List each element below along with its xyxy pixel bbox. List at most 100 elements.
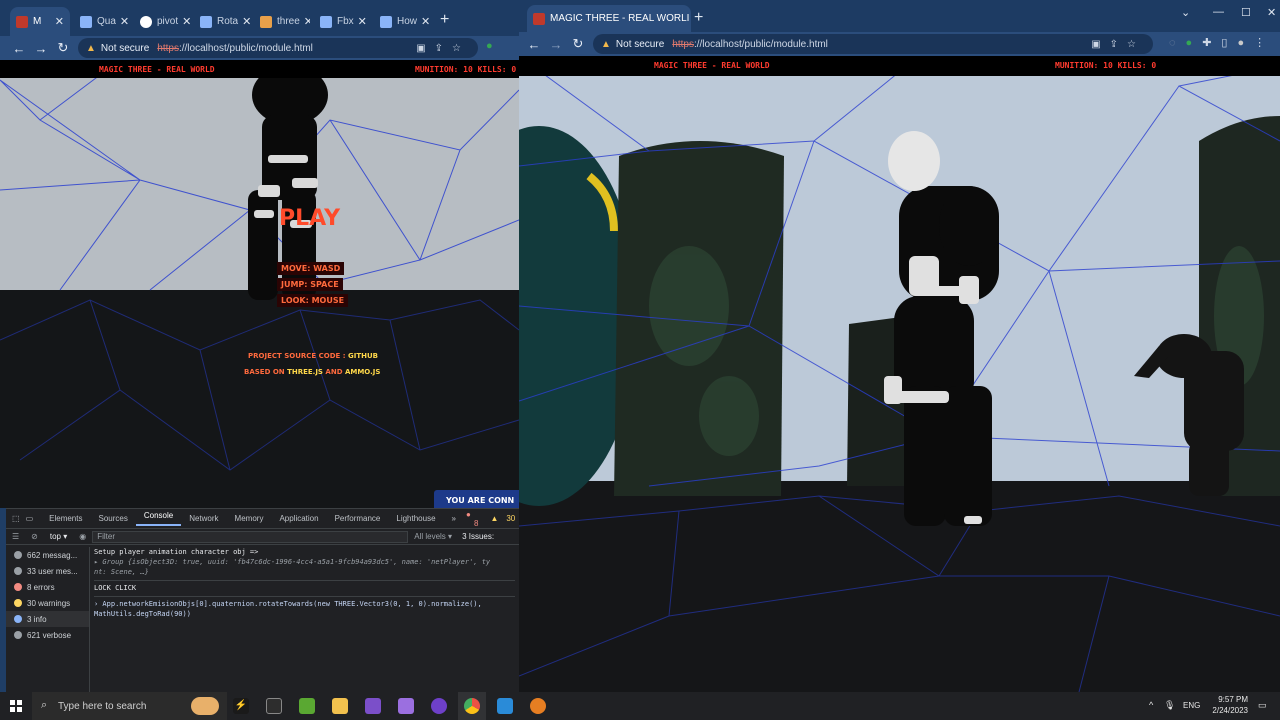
warning-count-badge[interactable]: ▲ 30 xyxy=(488,514,519,523)
profile-avatar[interactable]: ● xyxy=(1237,37,1254,49)
close-tab-icon[interactable]: ✕ xyxy=(238,15,250,28)
left-tab-active[interactable]: M ✕ xyxy=(10,7,70,36)
threejs-link[interactable]: THREE.JS xyxy=(287,368,323,376)
sync-icon[interactable]: ◌ xyxy=(1169,37,1186,49)
ammojs-link[interactable]: AMMO.JS xyxy=(345,368,380,376)
close-tab-icon[interactable]: ✕ xyxy=(116,15,129,28)
clock[interactable]: 9:57 PM 2/24/2023 xyxy=(1200,694,1248,716)
inspect-icon[interactable]: ⬚ xyxy=(6,514,24,523)
close-tab-icon[interactable]: ✕ xyxy=(354,15,367,28)
devtools-tab-elements[interactable]: Elements xyxy=(41,514,90,523)
eye-icon[interactable]: ◉ xyxy=(73,532,92,541)
devtools-tab-performance[interactable]: Performance xyxy=(327,514,389,523)
puzzle-icon[interactable]: ✚ xyxy=(1202,37,1221,49)
maximize-button[interactable]: ☐ xyxy=(1241,6,1251,19)
left-tab-5[interactable]: three ✕ xyxy=(254,7,310,36)
right-tab-active[interactable]: MAGIC THREE - REAL WORLI ◉ ✕ xyxy=(527,5,691,32)
left-tab-3[interactable]: pivot ✕ xyxy=(134,7,190,36)
taskbar-search[interactable]: ⌕ Type here to search xyxy=(32,692,227,720)
close-window-button[interactable]: ✕ xyxy=(1267,6,1276,19)
close-tab-icon[interactable]: ✕ xyxy=(51,15,64,28)
close-tab-icon[interactable]: ✕ xyxy=(417,15,430,28)
based-on-line: BASED ON THREE.JS AND AMMO.JS xyxy=(244,368,380,376)
sidebar-label: 30 warnings xyxy=(27,598,71,608)
left-game-viewport[interactable]: MAGIC THREE - REAL WORLD MUNITION: 10 KI… xyxy=(0,60,519,508)
extension-icon[interactable]: ● xyxy=(486,40,503,52)
menu-icon[interactable]: ⋮ xyxy=(1254,37,1275,49)
reload-icon[interactable]: ↻ xyxy=(52,40,74,56)
extension-icon[interactable]: ● xyxy=(1186,37,1203,49)
console-input-line-cont[interactable]: MathUtils.degToRad(90)) xyxy=(94,609,515,619)
forward-icon[interactable]: → xyxy=(545,37,567,52)
warning-icon: ▲ xyxy=(601,38,611,50)
context-select[interactable]: top ▾ xyxy=(44,532,73,541)
console-input-line[interactable]: › App.networkEmisionObjs[0].quaternion.r… xyxy=(94,596,515,609)
play-button[interactable]: PLAY xyxy=(279,206,340,231)
visual-studio-icon[interactable] xyxy=(365,698,381,714)
github-desktop-icon[interactable] xyxy=(431,698,447,714)
notification-icon[interactable]: ▭ xyxy=(1258,700,1267,711)
left-tab-7[interactable]: How ✕ xyxy=(374,7,430,36)
back-icon[interactable]: ← xyxy=(8,41,30,56)
blender-icon[interactable] xyxy=(530,698,546,714)
omnibox-icons[interactable]: ▣⇪☆ xyxy=(1091,39,1145,50)
devtools-more-tabs[interactable]: » xyxy=(444,514,464,523)
sidepanel-icon[interactable]: ▯ xyxy=(1221,37,1237,49)
vscode-icon[interactable] xyxy=(497,698,513,714)
search-icon: ⌕ xyxy=(41,699,48,711)
console-sidebar-errors[interactable]: 8 errors xyxy=(6,579,89,595)
start-button[interactable] xyxy=(10,700,22,712)
left-hud-bar: MAGIC THREE - REAL WORLD MUNITION: 10 KI… xyxy=(0,60,519,78)
omnibox-icons[interactable]: ▣⇪☆ xyxy=(416,43,470,54)
left-tab-4[interactable]: Rota ✕ xyxy=(194,7,250,36)
devtools-tab-application[interactable]: Application xyxy=(271,514,326,523)
taskview-icon[interactable]: ⚡ xyxy=(233,698,249,714)
minimize-button[interactable]: — xyxy=(1213,6,1224,18)
console-sidebar-warnings[interactable]: 30 warnings xyxy=(6,595,89,611)
extensions-icons[interactable]: ◌●✚▯●⋮ xyxy=(1169,36,1275,49)
console-sidebar-verbose[interactable]: 621 verbose xyxy=(6,627,89,643)
microphone-icon[interactable]: 🎙 xyxy=(1164,700,1175,711)
devtools-tab-lighthouse[interactable]: Lighthouse xyxy=(388,514,443,523)
terminal-icon[interactable] xyxy=(266,698,282,714)
right-game-viewport[interactable]: MAGIC THREE - REAL WORLD MUNITION: 10 KI… xyxy=(519,56,1280,692)
file-explorer-icon[interactable] xyxy=(332,698,348,714)
sidebar-label: 33 user mes... xyxy=(27,566,78,576)
reload-icon[interactable]: ↻ xyxy=(567,36,589,52)
issues-counter[interactable]: 3 Issues: xyxy=(458,532,498,541)
back-icon[interactable]: ← xyxy=(523,37,545,52)
sidebar-toggle-icon[interactable]: ☰ xyxy=(6,532,25,541)
console-sidebar-user[interactable]: 33 user mes... xyxy=(6,563,89,579)
clear-console-icon[interactable]: ⊘ xyxy=(25,532,44,541)
visual-studio-preview-icon[interactable] xyxy=(398,698,414,714)
error-count-badge[interactable]: ● 8 xyxy=(464,510,488,528)
left-toolbar: ← → ↻ ▲ Not secure https ://localhost/pu… xyxy=(0,36,519,60)
devtools-tab-sources[interactable]: Sources xyxy=(90,514,135,523)
new-tab-button[interactable]: + xyxy=(694,10,703,26)
tab-search-icon[interactable]: ⌄ xyxy=(1181,6,1190,19)
left-tab-6[interactable]: Fbx ✕ xyxy=(314,7,370,36)
record-icon xyxy=(533,12,545,25)
left-address-bar[interactable]: ▲ Not secure https ://localhost/public/m… xyxy=(78,38,478,58)
close-tab-icon[interactable]: ✕ xyxy=(300,15,310,28)
threejs-icon xyxy=(260,15,272,28)
devtools-tab-console[interactable]: Console xyxy=(135,511,182,526)
close-tab-icon[interactable]: ✕ xyxy=(178,15,190,28)
app-icon[interactable] xyxy=(299,698,315,714)
device-toggle-icon[interactable]: ▭ xyxy=(24,514,42,523)
right-hud-bar: MAGIC THREE - REAL WORLD MUNITION: 10 KI… xyxy=(519,56,1280,76)
new-tab-button[interactable]: + xyxy=(440,12,449,28)
github-link[interactable]: GITHUB xyxy=(348,352,378,360)
devtools-tab-memory[interactable]: Memory xyxy=(227,514,272,523)
forward-icon[interactable]: → xyxy=(30,41,52,56)
devtools-tab-network[interactable]: Network xyxy=(181,514,226,523)
console-filter-input[interactable]: Filter xyxy=(92,530,409,543)
language-indicator[interactable]: ENG xyxy=(1183,701,1200,710)
console-sidebar-info[interactable]: 3 info xyxy=(6,611,89,627)
right-address-bar[interactable]: ▲ Not secure https ://localhost/public/m… xyxy=(593,34,1153,54)
tray-chevron-icon[interactable]: ^ xyxy=(1149,700,1153,710)
left-tab-2[interactable]: Qua ✕ xyxy=(74,7,130,36)
log-line-object[interactable]: ▸ Group {isObject3D: true, uuid: 'fb47c6… xyxy=(94,557,515,567)
console-sidebar-messages[interactable]: 662 messag... xyxy=(6,547,89,563)
levels-select[interactable]: All levels ▾ xyxy=(408,532,458,541)
